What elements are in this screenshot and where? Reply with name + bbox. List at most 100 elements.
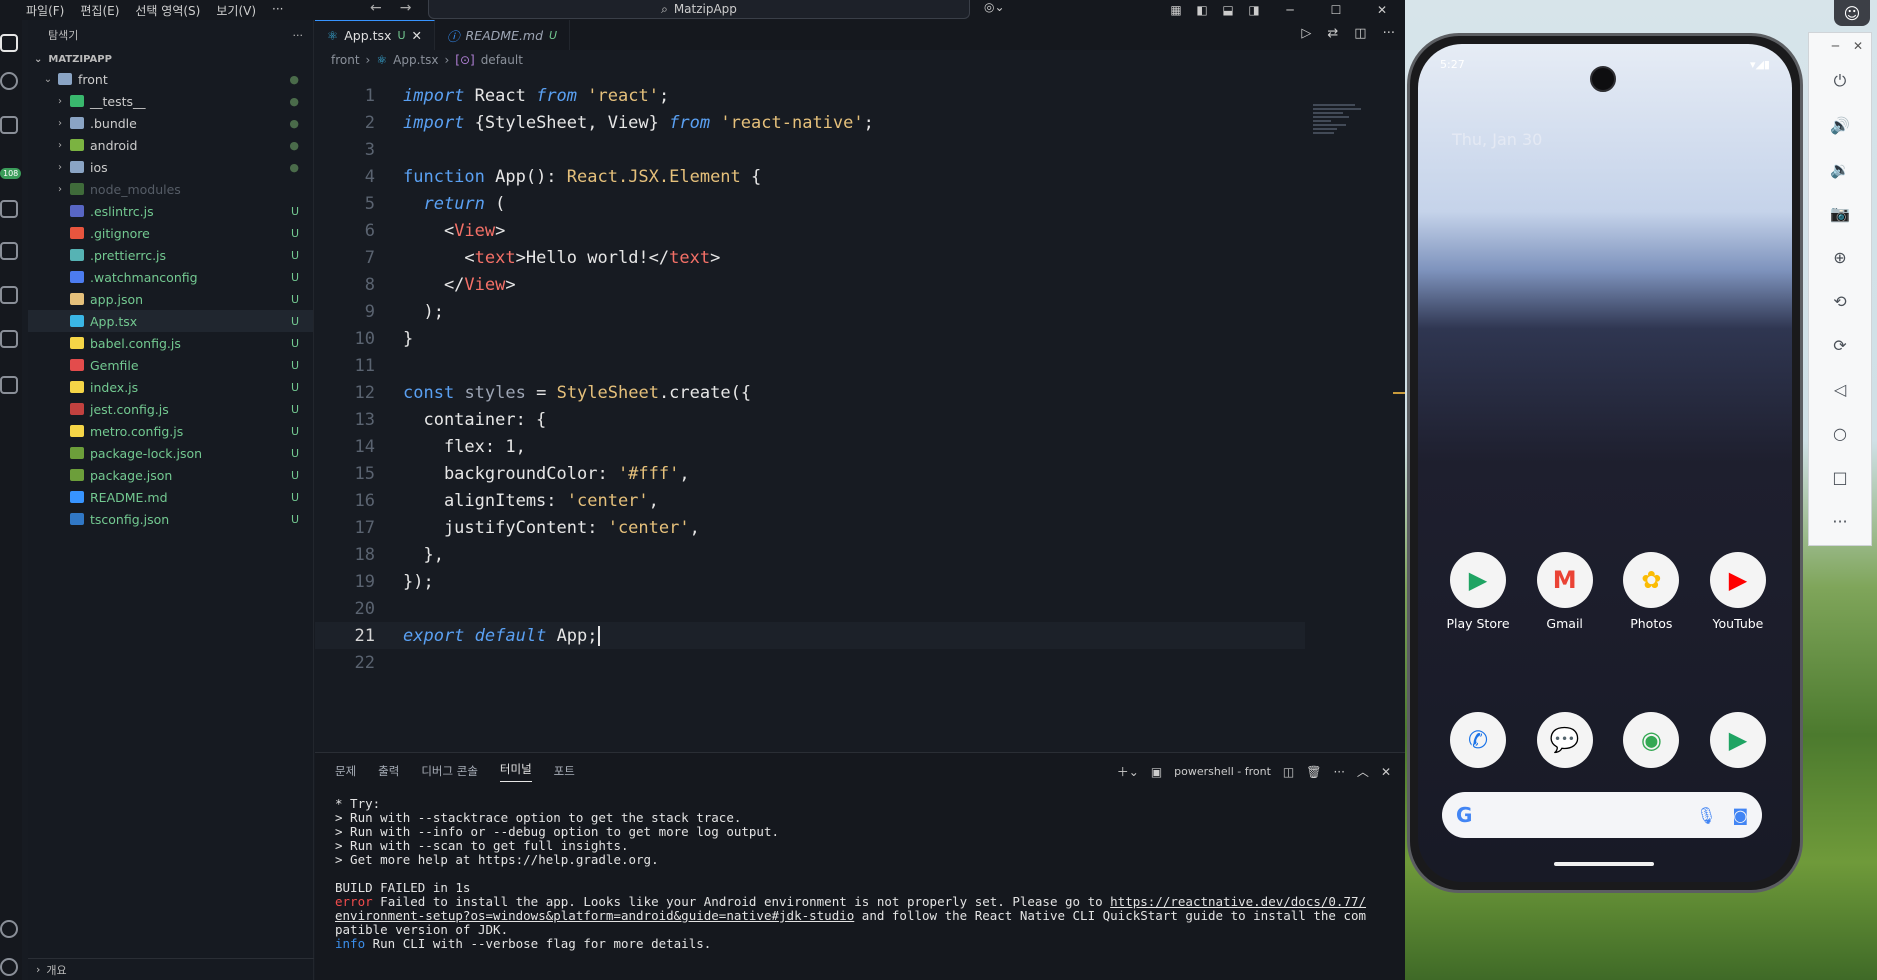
run-debug-icon[interactable]: [0, 200, 18, 218]
more-actions-icon[interactable]: ···: [1333, 765, 1344, 779]
code-line[interactable]: 15 backgroundColor: '#fff',: [315, 460, 1405, 487]
panel-tab[interactable]: 디버그 콘솔: [421, 763, 478, 779]
menu-item[interactable]: ···: [264, 2, 291, 19]
code-editor[interactable]: 1 import React from 'react'; 2 import {Styl…: [315, 82, 1405, 676]
new-terminal-icon[interactable]: ＋⌄: [1117, 763, 1139, 780]
power-icon[interactable]: ⏻: [1809, 59, 1871, 103]
tree-file[interactable]: jest.config.js U: [28, 398, 313, 420]
split-editor-icon[interactable]: ◫: [1354, 26, 1366, 41]
breadcrumb-item[interactable]: front: [331, 53, 360, 67]
toggle-sidebar-icon[interactable]: ◧: [1189, 3, 1215, 17]
tree-file[interactable]: README.md U: [28, 486, 313, 508]
app-icon-youtube[interactable]: ▶ YouTube: [1698, 552, 1778, 631]
toggle-panel-icon[interactable]: ⬓: [1215, 3, 1241, 17]
menu-item[interactable]: 보기(V): [208, 2, 264, 19]
breadcrumb-item[interactable]: App.tsx: [393, 53, 438, 67]
camera-icon[interactable]: 📷: [1809, 191, 1871, 235]
tree-folder[interactable]: › android ●: [28, 134, 313, 156]
menu-item[interactable]: 편집(E): [72, 2, 127, 19]
tree-folder[interactable]: › ios ●: [28, 156, 313, 178]
gesture-bar[interactable]: [1554, 862, 1654, 866]
code-line[interactable]: 19});: [315, 568, 1405, 595]
code-line[interactable]: 7 <text>Hello world!</text>: [315, 244, 1405, 271]
rotate-left-icon[interactable]: ⟲: [1809, 279, 1871, 323]
tree-file[interactable]: .watchmanconfig U: [28, 266, 313, 288]
more-actions-icon[interactable]: ···: [293, 29, 304, 42]
back-arrow-icon[interactable]: ←: [370, 0, 382, 16]
tree-file[interactable]: app.json U: [28, 288, 313, 310]
rotate-right-icon[interactable]: ⟳: [1809, 323, 1871, 367]
tree-file[interactable]: index.js U: [28, 376, 313, 398]
code-line[interactable]: 5 return (: [315, 190, 1405, 217]
code-line[interactable]: 17 justifyContent: 'center',: [315, 514, 1405, 541]
tree-file[interactable]: tsconfig.json U: [28, 508, 313, 530]
minimize-button[interactable]: ─: [1267, 3, 1313, 17]
account-icon[interactable]: [0, 920, 18, 938]
panel-tab[interactable]: 터미널: [499, 761, 532, 782]
code-line[interactable]: 20: [315, 595, 1405, 622]
search-icon[interactable]: [0, 72, 18, 90]
run-icon[interactable]: ▷: [1301, 26, 1311, 41]
code-line[interactable]: 1 import React from 'react';: [315, 82, 1405, 109]
microphone-icon[interactable]: 🎙: [1696, 806, 1716, 825]
breadcrumb-item[interactable]: default: [481, 53, 523, 67]
panel-tab[interactable]: 포트: [554, 763, 575, 779]
remote-explorer-icon[interactable]: [0, 286, 18, 304]
tree-folder[interactable]: › __tests__ ●: [28, 90, 313, 112]
tree-file[interactable]: metro.config.js U: [28, 420, 313, 442]
extensions-icon[interactable]: [0, 242, 18, 260]
code-line[interactable]: 22: [315, 649, 1405, 676]
outline-section[interactable]: › 개요: [28, 958, 314, 980]
settings-gear-icon[interactable]: [0, 958, 18, 976]
code-line[interactable]: 14 flex: 1,: [315, 433, 1405, 460]
home-icon[interactable]: ○: [1809, 411, 1871, 455]
tree-file[interactable]: Gemfile U: [28, 354, 313, 376]
code-line[interactable]: 11: [315, 352, 1405, 379]
docker-icon[interactable]: [0, 376, 18, 394]
source-control-icon[interactable]: [0, 116, 18, 134]
app-icon-dock-1[interactable]: 💬: [1525, 712, 1605, 768]
tree-folder[interactable]: › .bundle ●: [28, 112, 313, 134]
code-line[interactable]: 6 <View>: [315, 217, 1405, 244]
panel-tab[interactable]: 문제: [335, 763, 356, 779]
app-icon-dock-0[interactable]: ✆: [1438, 712, 1518, 768]
code-line[interactable]: 16 alignItems: 'center',: [315, 487, 1405, 514]
forward-arrow-icon[interactable]: →: [400, 0, 412, 16]
minimap[interactable]: [1313, 102, 1373, 142]
back-icon[interactable]: ◁: [1809, 367, 1871, 411]
code-line[interactable]: 12 const styles = StyleSheet.create({: [315, 379, 1405, 406]
tab-app-tsx[interactable]: ⚛ App.tsx U ✕: [315, 20, 435, 50]
app-icon-photos[interactable]: ✿ Photos: [1611, 552, 1691, 631]
code-line[interactable]: 9 );: [315, 298, 1405, 325]
compare-changes-icon[interactable]: ⇄: [1327, 26, 1338, 41]
panel-tab[interactable]: 출력: [378, 763, 399, 779]
close-button[interactable]: ✕: [1359, 3, 1405, 17]
menu-item[interactable]: 선택 영역(S): [127, 2, 208, 19]
tree-file[interactable]: .prettierrc.js U: [28, 244, 313, 266]
date-widget[interactable]: Thu, Jan 30: [1452, 130, 1542, 149]
code-line[interactable]: 10}: [315, 325, 1405, 352]
tree-folder[interactable]: ⌄ front ●: [28, 68, 313, 90]
copilot-icon[interactable]: ◎⌄: [984, 0, 1005, 14]
tree-file[interactable]: package.json U: [28, 464, 313, 486]
tab-readme[interactable]: ⓘ README.md U: [435, 20, 571, 50]
phone-screen[interactable]: 5:27 ▾◢▮ Thu, Jan 30 ▶ Play Store M Gmail ✿ P…: [1418, 44, 1792, 882]
google-search-bar[interactable]: G 🎙 ◙: [1442, 792, 1762, 838]
tree-file[interactable]: babel.config.js U: [28, 332, 313, 354]
code-line[interactable]: 18 },: [315, 541, 1405, 568]
close-panel-icon[interactable]: ✕: [1381, 765, 1391, 779]
volume-up-icon[interactable]: 🔊: [1809, 103, 1871, 147]
volume-down-icon[interactable]: 🔉: [1809, 147, 1871, 191]
tree-folder[interactable]: › node_modules: [28, 178, 313, 200]
more-actions-icon[interactable]: ···: [1383, 26, 1395, 41]
app-icon-play-store[interactable]: ▶ Play Store: [1438, 552, 1518, 631]
maximize-button[interactable]: ☐: [1313, 3, 1359, 17]
maximize-panel-icon[interactable]: ︿: [1357, 763, 1369, 780]
app-icon-gmail[interactable]: M Gmail: [1525, 552, 1605, 631]
google-lens-icon[interactable]: ◙: [1732, 806, 1748, 825]
code-line[interactable]: 8 </View>: [315, 271, 1405, 298]
code-line[interactable]: 21 export default App;: [315, 622, 1305, 649]
tree-file[interactable]: package-lock.json U: [28, 442, 313, 464]
zoom-icon[interactable]: ⊕: [1809, 235, 1871, 279]
testing-icon[interactable]: [0, 330, 18, 348]
